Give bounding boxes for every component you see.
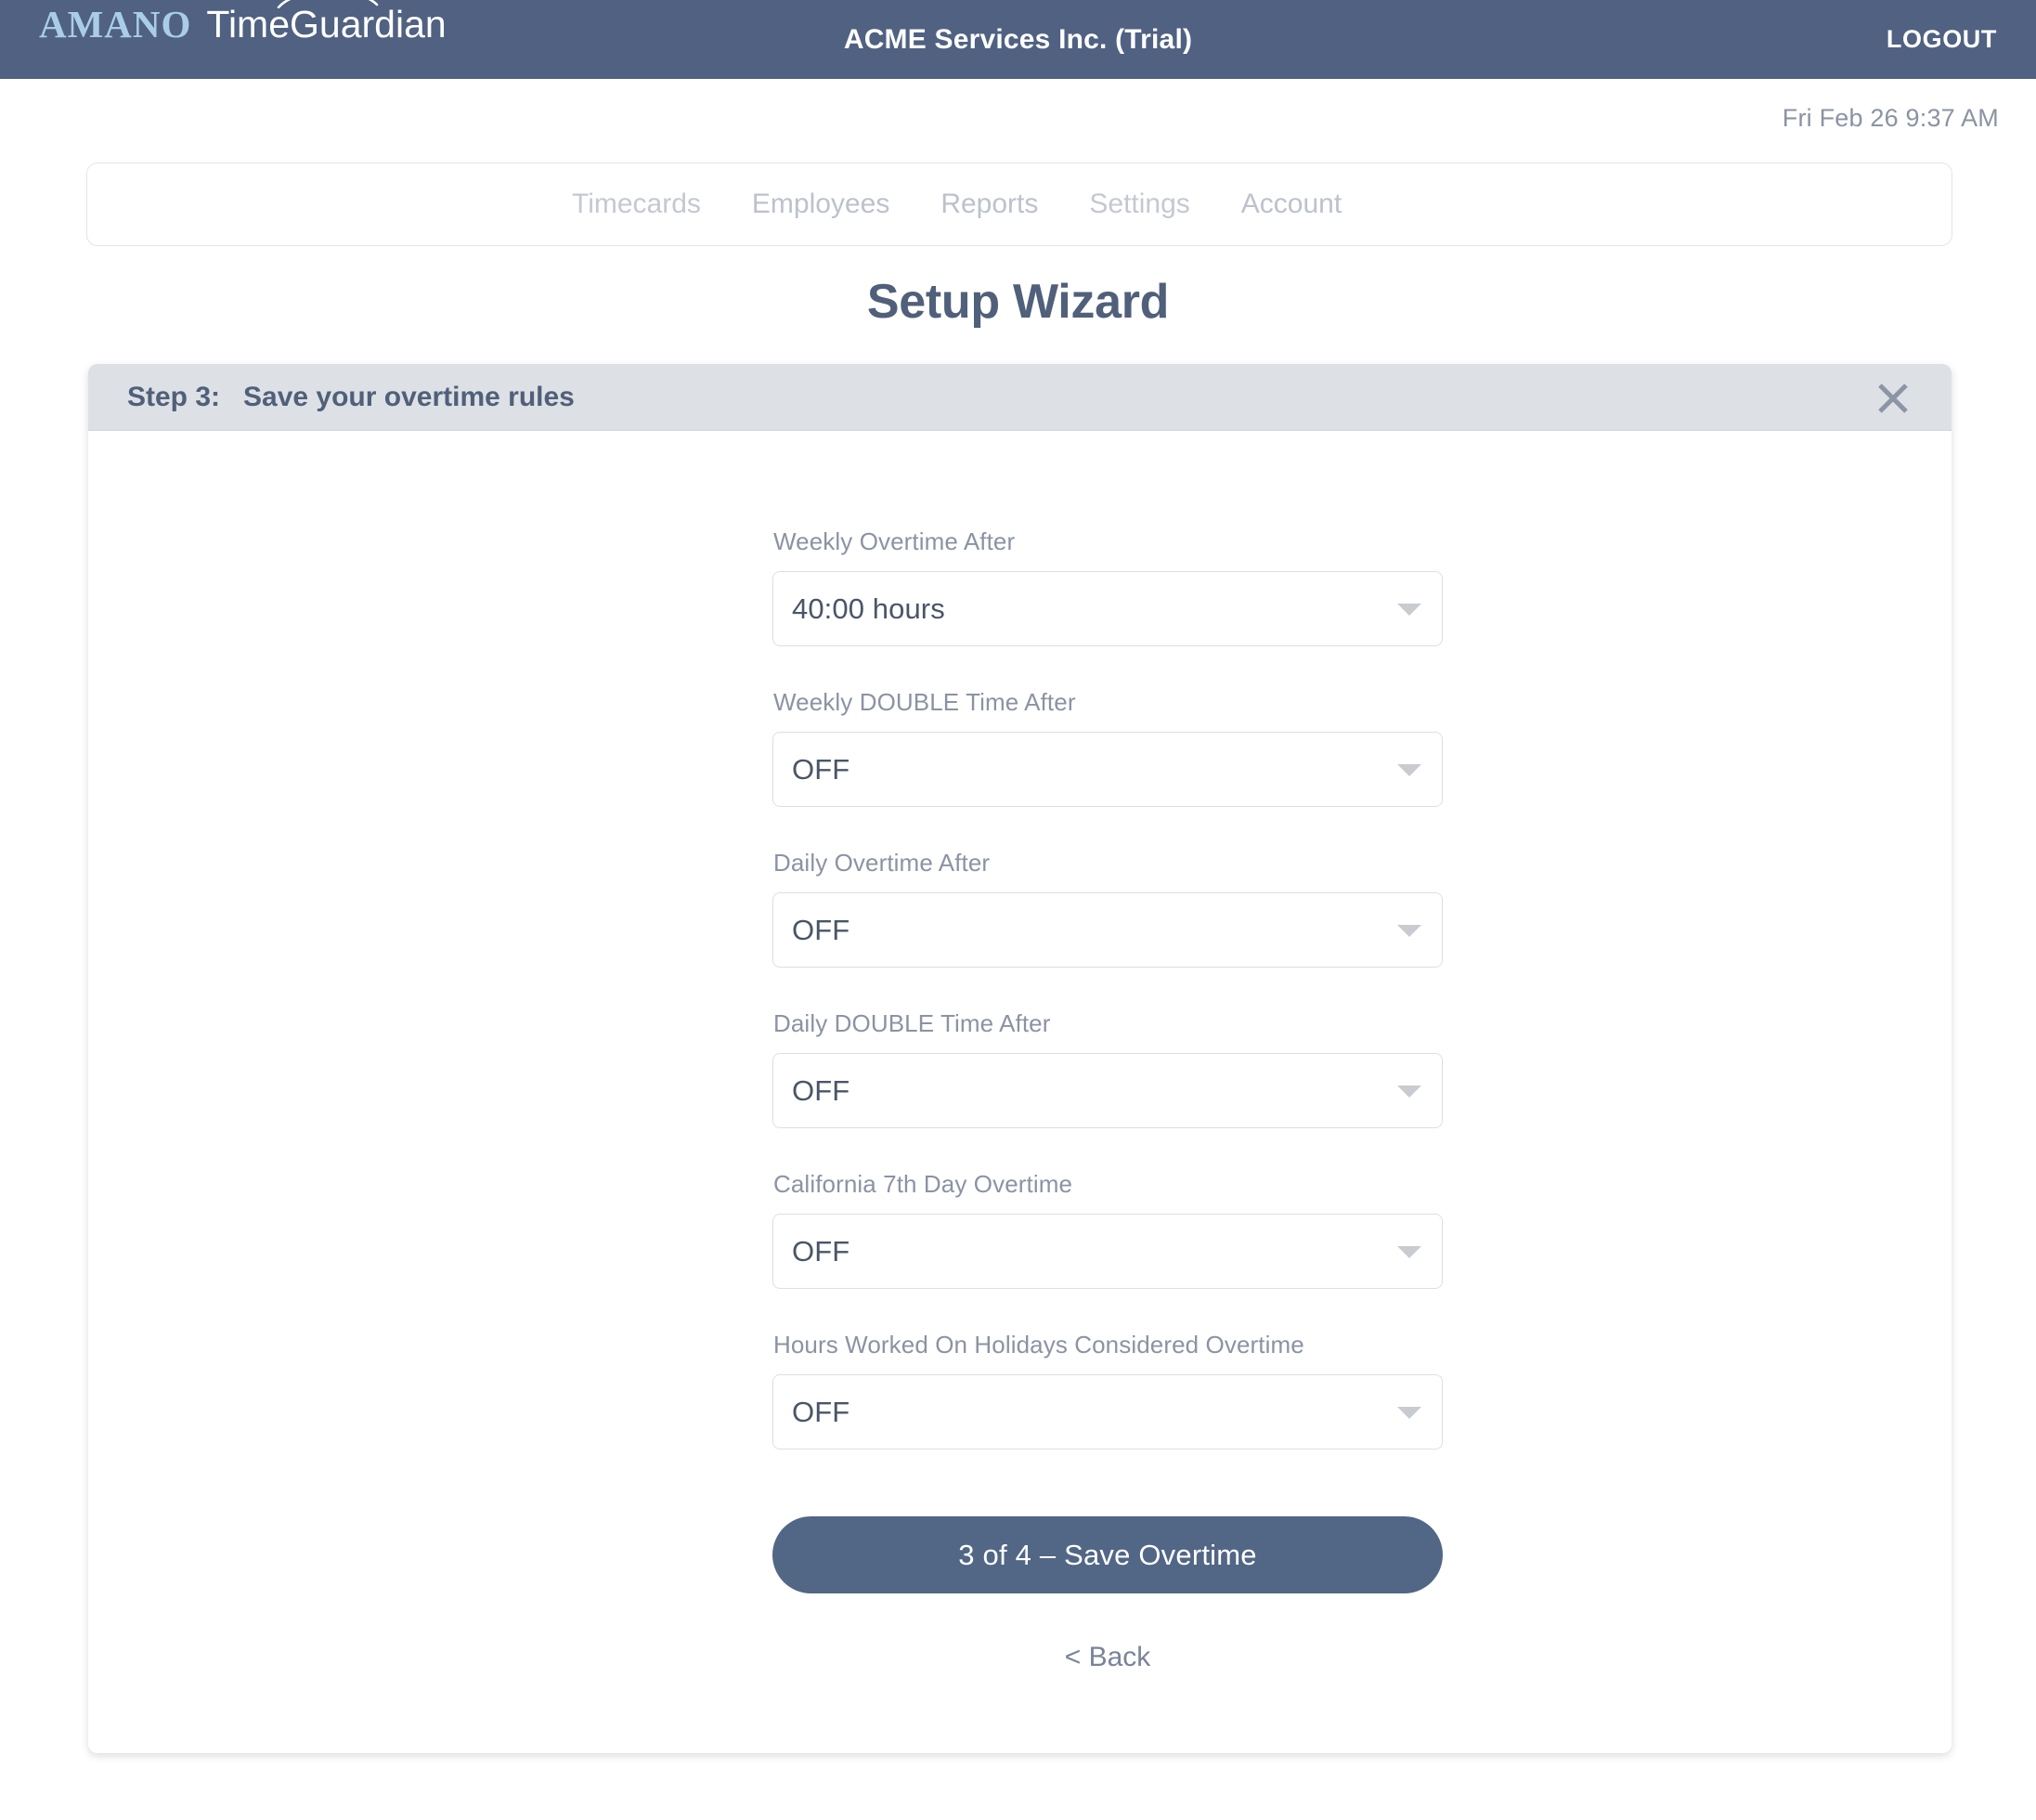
company-title: ACME Services Inc. (Trial) [843, 24, 1193, 55]
main-navigation: Timecards Employees Reports Settings Acc… [86, 162, 1952, 246]
chevron-down-icon [1397, 1406, 1421, 1419]
nav-item-timecards[interactable]: Timecards [572, 188, 701, 220]
field-weekly-double-time-after: Weekly DOUBLE Time After OFF [772, 688, 1443, 807]
field-label: California 7th Day Overtime [773, 1170, 1073, 1198]
select-daily-overtime-after[interactable]: OFF [772, 892, 1443, 968]
select-value: OFF [792, 913, 850, 946]
setup-wizard-card: Step 3: Save your overtime rules Weekly … [88, 364, 1952, 1753]
select-value: 40:00 hours [792, 592, 945, 625]
select-value: OFF [792, 1234, 850, 1268]
field-california-7th-day-overtime: California 7th Day Overtime OFF [772, 1170, 1443, 1289]
select-value: OFF [792, 752, 850, 786]
save-overtime-button[interactable]: 3 of 4 – Save Overtime [772, 1516, 1443, 1593]
chevron-down-icon [1397, 924, 1421, 937]
select-holiday-hours-considered-overtime[interactable]: OFF [772, 1374, 1443, 1450]
overtime-rules-form: Weekly Overtime After 40:00 hours Weekly… [772, 431, 1443, 1673]
nav-item-account[interactable]: Account [1241, 188, 1342, 220]
nav-item-settings[interactable]: Settings [1089, 188, 1189, 220]
wizard-step-header: Step 3: Save your overtime rules [88, 364, 1952, 431]
field-label: Daily DOUBLE Time After [773, 1009, 1051, 1037]
chevron-down-icon [1397, 763, 1421, 776]
wizard-step-title: Step 3: Save your overtime rules [127, 382, 575, 412]
current-datetime: Fri Feb 26 9:37 AM [1782, 104, 1999, 132]
field-label: Daily Overtime After [773, 849, 991, 877]
field-weekly-overtime-after: Weekly Overtime After 40:00 hours [772, 527, 1443, 646]
select-daily-double-time-after[interactable]: OFF [772, 1053, 1443, 1128]
chevron-down-icon [1397, 603, 1421, 616]
page-title: Setup Wizard [866, 275, 1170, 329]
logout-button[interactable]: LOGOUT [1887, 0, 1997, 79]
field-label: Weekly Overtime After [773, 527, 1016, 555]
field-daily-double-time-after: Daily DOUBLE Time After OFF [772, 1009, 1443, 1128]
select-weekly-double-time-after[interactable]: OFF [772, 732, 1443, 807]
field-holiday-hours-considered-overtime: Hours Worked On Holidays Considered Over… [772, 1331, 1443, 1450]
nav-item-employees[interactable]: Employees [752, 188, 889, 220]
field-label: Hours Worked On Holidays Considered Over… [773, 1331, 1304, 1358]
chevron-down-icon [1397, 1085, 1421, 1098]
wizard-step-body: Weekly Overtime After 40:00 hours Weekly… [88, 431, 1952, 1752]
chevron-down-icon [1397, 1245, 1421, 1258]
close-icon[interactable] [1872, 377, 1914, 420]
select-value: OFF [792, 1395, 850, 1428]
field-daily-overtime-after: Daily Overtime After OFF [772, 849, 1443, 968]
select-value: OFF [792, 1073, 850, 1107]
select-california-7th-day-overtime[interactable]: OFF [772, 1214, 1443, 1289]
field-label: Weekly DOUBLE Time After [773, 688, 1076, 716]
nav-item-reports[interactable]: Reports [940, 188, 1038, 220]
top-bar: AMANO TimeGuardian ACME Services Inc. (T… [0, 0, 2036, 79]
back-link[interactable]: < Back [772, 1642, 1443, 1673]
select-weekly-overtime-after[interactable]: 40:00 hours [772, 571, 1443, 646]
